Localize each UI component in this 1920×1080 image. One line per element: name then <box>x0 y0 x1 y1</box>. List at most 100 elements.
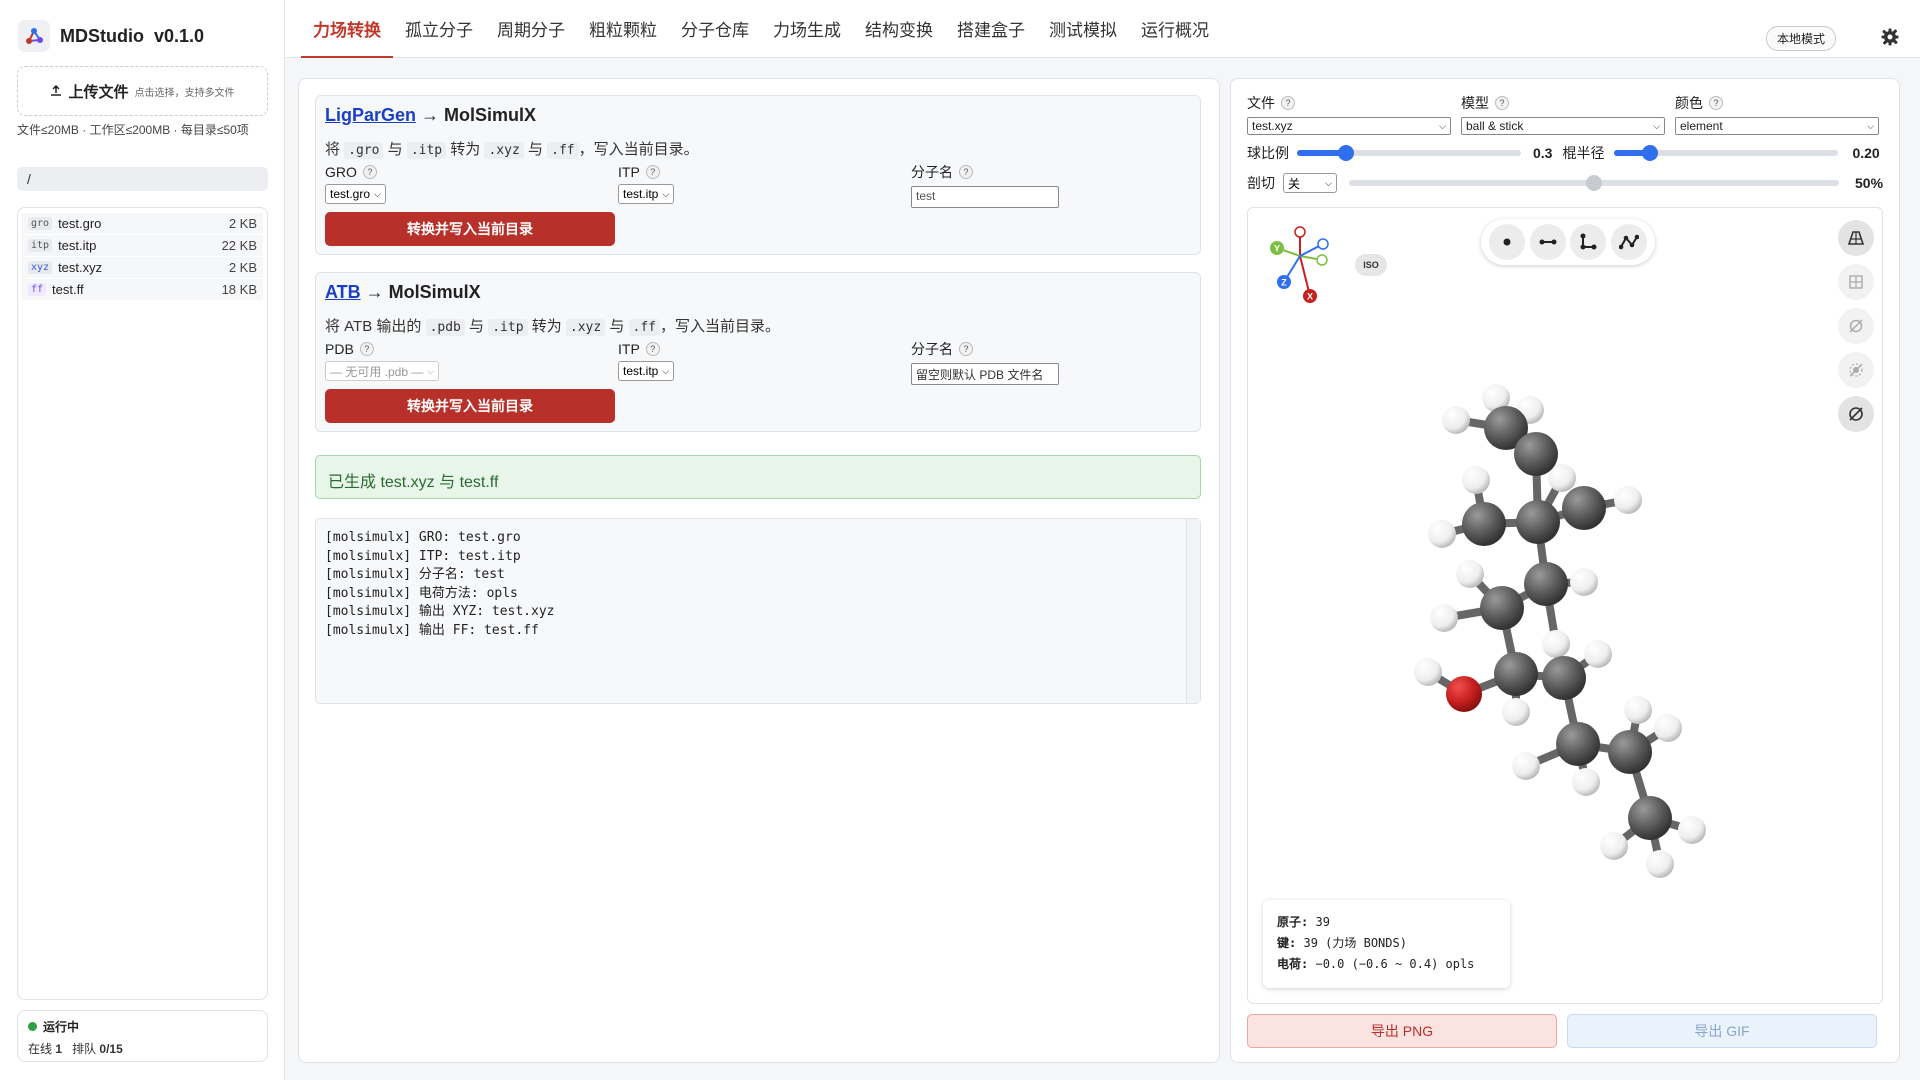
atom-mode-button[interactable] <box>1489 224 1526 260</box>
gear-icon[interactable] <box>1880 27 1900 47</box>
log-line: [molsimulx] 输出 XYZ: test.xyz <box>325 604 555 619</box>
ligpargen-title: LigParGen → MolSimulX <box>325 105 536 126</box>
atb-itp-select[interactable]: test.itp ⌵ <box>618 361 675 381</box>
molecule-viewer[interactable]: X Y Z ISO 原子: 39 键: 39 (力场 BONDS) 电荷: −0… <box>1247 207 1883 1004</box>
atb-link[interactable]: ATB <box>325 282 361 302</box>
converter-panel: LigParGen → MolSimulX 将 .gro 与 .itp 转为 .… <box>298 78 1220 1063</box>
help-icon[interactable]: ? <box>362 165 377 179</box>
molecule-name-field: 分子名? test <box>911 162 1059 208</box>
bond-mode-button[interactable] <box>1529 224 1566 260</box>
tab-molecule-library[interactable]: 分子仓库 <box>669 0 761 58</box>
file-size: 22 KB <box>221 238 257 253</box>
help-icon[interactable]: ? <box>959 165 973 179</box>
current-path[interactable]: / <box>17 167 268 191</box>
itp-select[interactable]: test.itp ⌵ <box>618 184 675 204</box>
clip-slider[interactable] <box>1349 175 1839 191</box>
chevron-down-icon: ⌵ <box>1653 120 1660 131</box>
tab-structure-transform[interactable]: 结构变换 <box>853 0 945 58</box>
tab-coarse-grained[interactable]: 粗粒颗粒 <box>577 0 669 58</box>
stick-radius-slider[interactable] <box>1614 145 1839 161</box>
storage-limits: 文件≤20MB · 工作区≤200MB · 每目录≤50项 <box>17 123 249 137</box>
atoms-label: 原子: <box>1277 915 1309 929</box>
tab-force-field-convert[interactable]: 力场转换 <box>301 0 393 58</box>
help-icon[interactable]: ? <box>645 342 660 356</box>
desc-text: 与 <box>383 141 407 158</box>
file-select-value: test.xyz <box>1252 119 1293 133</box>
log-scrollbar[interactable] <box>1186 519 1200 703</box>
desc-text: 与 <box>464 318 489 335</box>
ligpargen-convert-button[interactable]: 转换并写入当前目录 <box>325 212 615 246</box>
molecule-name-input[interactable]: test <box>911 186 1059 208</box>
export-png-button[interactable]: 导出 PNG <box>1247 1014 1557 1048</box>
hide-labels-button[interactable] <box>1838 352 1874 388</box>
help-icon[interactable]: ? <box>645 165 660 179</box>
ball-scale-slider[interactable] <box>1297 145 1521 161</box>
iso-view-button[interactable]: ISO <box>1355 254 1387 276</box>
desc-code: .itp <box>488 319 528 336</box>
ligpargen-link[interactable]: LigParGen <box>325 105 416 125</box>
tab-periodic-molecule[interactable]: 周期分子 <box>485 0 577 58</box>
online-label: 在线 <box>28 1042 53 1056</box>
help-icon[interactable]: ? <box>1281 96 1295 110</box>
upload-label: 上传文件 <box>68 83 129 101</box>
grid-toggle-button[interactable] <box>1838 264 1874 300</box>
export-gif-button[interactable]: 导出 GIF <box>1567 1014 1877 1048</box>
atb-molecule-name-input[interactable]: 留空则默认 PDB 文件名 <box>911 363 1059 385</box>
mode-badge[interactable]: 本地模式 <box>1765 26 1836 51</box>
ligpargen-card: LigParGen → MolSimulX 将 .gro 与 .itp 转为 .… <box>315 95 1201 255</box>
desc-code: .xyz <box>484 142 524 159</box>
pdb-select[interactable]: — 无可用 .pdb — ⌵ <box>325 361 440 381</box>
tab-build-box[interactable]: 搭建盒子 <box>945 0 1037 58</box>
stick-radius-thumb[interactable] <box>1642 145 1659 161</box>
desc-text: 与 <box>605 318 629 335</box>
file-row[interactable]: ff test.ff 18 KB <box>22 279 263 301</box>
angle-mode-button[interactable] <box>1570 224 1607 260</box>
gro-select[interactable]: test.gro ⌵ <box>325 184 386 204</box>
label-off-icon <box>1849 363 1863 377</box>
clip-label: 剖切 <box>1247 175 1275 191</box>
clip-value: 50% <box>1855 175 1884 191</box>
axes-gizmo-icon[interactable]: X Y Z <box>1260 224 1338 304</box>
upload-button[interactable]: 上传文件 点击选择，支持多文件 <box>17 66 268 116</box>
itp-select-value: test.itp <box>623 187 659 201</box>
molecule-name-label: 分子名 <box>911 164 953 180</box>
clip-select[interactable]: 关 ⌵ <box>1283 173 1337 193</box>
clip-thumb[interactable] <box>1586 175 1602 191</box>
file-label: 文件 <box>1247 95 1275 111</box>
file-name: test.gro <box>58 216 102 231</box>
tab-isolated-molecule[interactable]: 孤立分子 <box>393 0 485 58</box>
hide-axes-button[interactable] <box>1838 396 1874 432</box>
chevron-down-icon: ⌵ <box>662 365 670 376</box>
log-line: [molsimulx] 分子名: test <box>325 567 505 582</box>
color-label: 颜色 <box>1675 95 1703 111</box>
molecule-render[interactable] <box>1398 308 1818 888</box>
atb-convert-button[interactable]: 转换并写入当前目录 <box>325 389 615 423</box>
perspective-toggle-button[interactable] <box>1838 220 1874 256</box>
atb-itp-label: ITP <box>618 341 640 357</box>
file-select[interactable]: test.xyz ⌵ <box>1247 117 1451 135</box>
help-icon[interactable]: ? <box>359 342 374 356</box>
tab-force-field-generate[interactable]: 力场生成 <box>761 0 853 58</box>
file-name: test.xyz <box>58 260 103 275</box>
tab-run-overview[interactable]: 运行概况 <box>1129 0 1221 58</box>
model-select[interactable]: ball & stick ⌵ <box>1461 117 1665 135</box>
atb-itp-select-value: test.itp <box>623 364 659 378</box>
gro-field: GRO? test.gro ⌵ <box>325 164 386 204</box>
tab-bar: 力场转换 孤立分子 周期分子 粗粒颗粒 分子仓库 力场生成 结构变换 搭建盒子 … <box>301 0 1221 58</box>
atb-description: 将 ATB 输出的 .pdb 与 .itp 转为 .xyz 与 .ff ，写入当前… <box>325 315 780 336</box>
file-row[interactable]: itp test.itp 22 KB <box>22 235 263 257</box>
render-mode-toolbar <box>1481 219 1655 265</box>
dihedral-mode-button[interactable] <box>1610 224 1647 260</box>
atoms-count: 39 <box>1315 915 1330 929</box>
help-icon[interactable]: ? <box>1495 96 1509 110</box>
ball-scale-thumb[interactable] <box>1338 145 1355 161</box>
ball-scale-value: 0.3 <box>1533 145 1553 161</box>
help-icon[interactable]: ? <box>1709 96 1723 110</box>
hide-hydrogen-button[interactable] <box>1838 308 1874 344</box>
tab-test-simulation[interactable]: 测试模拟 <box>1037 0 1129 58</box>
color-select[interactable]: element ⌵ <box>1675 117 1879 135</box>
file-row[interactable]: gro test.gro 2 KB <box>22 213 263 235</box>
clip-row: 剖切 关 ⌵ 50% <box>1247 173 1883 193</box>
file-row[interactable]: xyz test.xyz 2 KB <box>22 257 263 279</box>
help-icon[interactable]: ? <box>959 342 973 356</box>
